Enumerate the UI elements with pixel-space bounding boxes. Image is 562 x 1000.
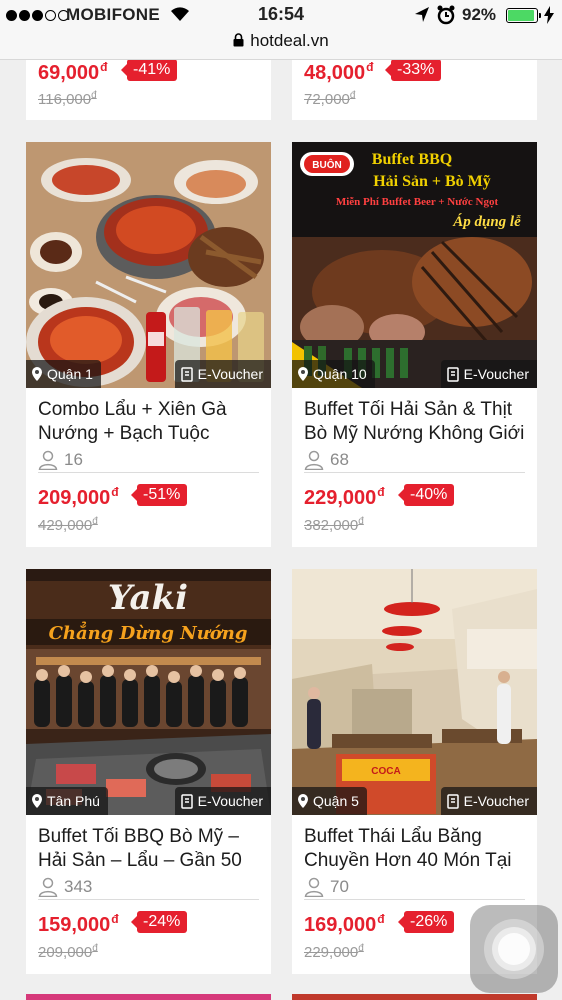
voucher-tag: E-Voucher — [174, 787, 271, 815]
address-bar[interactable]: hotdeal.vn — [0, 31, 562, 51]
divider — [38, 899, 259, 900]
discount-badge: -26% — [397, 911, 455, 933]
user-icon — [304, 877, 324, 897]
deal-card[interactable]: Quận 1 E-Voucher Combo Lẩu + Xiên Gà Nướn… — [26, 142, 271, 547]
discount-badge: -24% — [130, 911, 188, 933]
status-bar: MOBIFONE 16:54 92% — [0, 0, 562, 30]
yaki-restaurant-photo: Yaki Chẳng Dừng Nướng — [26, 569, 271, 815]
voucher-icon — [446, 793, 459, 809]
deal-title[interactable]: Buffet Tối Hải Sản & Thịt Bò Mỹ Nướng Khô… — [304, 398, 532, 446]
deal-card[interactable]: Yaki Chẳng Dừng Nướng Tân Phú E-Voucher … — [26, 569, 271, 974]
discount-badge: -33% — [384, 59, 442, 81]
browser-top-bar: MOBIFONE 16:54 92% hotdeal.vn — [0, 0, 562, 60]
original-price: 116,000đ — [38, 90, 97, 108]
voucher-icon — [180, 793, 193, 809]
banner-line2: Hải Sản + Bò Mỹ — [373, 173, 491, 190]
voucher-tag: E-Voucher — [440, 787, 537, 815]
yaki-sign: Yaki — [108, 578, 188, 618]
buyer-count: 343 — [38, 875, 92, 899]
deal-image[interactable]: COCA Quận 5 E-Voucher — [292, 569, 537, 815]
battery-icon — [506, 8, 541, 23]
charging-bolt-icon — [544, 6, 554, 24]
voucher-tag: E-Voucher — [174, 360, 271, 388]
location-arrow-icon — [415, 7, 429, 22]
deal-price: 209,000đ — [38, 485, 119, 509]
hotpot-combo-photo — [26, 142, 271, 388]
deal-price: 159,000đ — [38, 912, 119, 936]
discount-badge: -41% — [120, 59, 178, 81]
district-tag: Tân Phú — [26, 787, 108, 815]
yaki-slogan: Chẳng Dừng Nướng — [49, 619, 248, 644]
lock-icon — [233, 33, 244, 47]
deal-price: 229,000đ — [304, 485, 385, 509]
original-price: 72,000đ — [304, 90, 356, 108]
user-icon — [304, 450, 324, 470]
user-icon — [38, 877, 58, 897]
banner-line1: Buffet BBQ — [372, 151, 452, 168]
next-deal-card-edge[interactable] — [292, 994, 537, 1000]
deal-card[interactable]: BUÔN Buffet BBQ Hải Sản + Bò Mỹ Miễn Phí… — [292, 142, 537, 547]
original-price: 229,000đ — [304, 943, 364, 961]
banner-line3: Miễn Phí Buffet Beer + Nước Ngọt — [336, 196, 499, 208]
deal-price: 69,000đ — [38, 60, 108, 84]
next-deal-card-edge[interactable] — [26, 994, 271, 1000]
user-icon — [38, 450, 58, 470]
deal-image[interactable]: BUÔN Buffet BBQ Hải Sản + Bò Mỹ Miễn Phí… — [292, 142, 537, 388]
banner-logo: BUÔN — [312, 158, 341, 171]
deal-title[interactable]: Buffet Tối BBQ Bò Mỹ – Hải Sản – Lẩu – Gầ… — [38, 825, 266, 873]
alarm-icon — [437, 5, 455, 25]
coca-sign: COCA — [371, 766, 400, 777]
district-tag: Quận 1 — [26, 360, 101, 388]
discount-badge: -51% — [130, 484, 188, 506]
buyer-count: 68 — [304, 448, 349, 472]
battery-percent: 92% — [462, 5, 497, 24]
deal-price: 169,000đ — [304, 912, 385, 936]
deal-title[interactable]: Buffet Thái Lẩu Băng Chuyền Hơn 40 Món Tạ… — [304, 825, 532, 873]
deal-image[interactable]: Yaki Chẳng Dừng Nướng Tân Phú E-Voucher — [26, 569, 271, 815]
deal-price: 48,000đ — [304, 60, 374, 84]
divider — [304, 899, 525, 900]
district-tag: Quận 5 — [292, 787, 367, 815]
original-price: 382,000đ — [304, 516, 364, 534]
original-price: 429,000đ — [38, 516, 98, 534]
voucher-icon — [180, 366, 193, 382]
deal-title[interactable]: Combo Lẩu + Xiên Gà Nướng + Bạch Tuộc — [38, 398, 266, 446]
buyer-count: 70 — [304, 875, 349, 899]
banner-line4: Áp dụng lễ — [452, 213, 521, 230]
deal-image[interactable]: Quận 1 E-Voucher — [26, 142, 271, 388]
original-price: 209,000đ — [38, 943, 98, 961]
address-domain: hotdeal.vn — [250, 31, 329, 50]
restaurant-interior-photo: COCA — [292, 569, 537, 815]
bbq-banner-photo: BUÔN Buffet BBQ Hải Sản + Bò Mỹ Miễn Phí… — [292, 142, 537, 388]
divider — [38, 472, 259, 473]
buyer-count: 16 — [38, 448, 83, 472]
voucher-tag: E-Voucher — [440, 360, 537, 388]
map-pin-icon — [32, 367, 42, 381]
discount-badge: -40% — [397, 484, 455, 506]
map-pin-icon — [298, 367, 308, 381]
district-tag: Quận 10 — [292, 360, 375, 388]
map-pin-icon — [32, 794, 42, 808]
voucher-icon — [446, 366, 459, 382]
assistive-touch-button[interactable] — [470, 905, 558, 993]
map-pin-icon — [298, 794, 308, 808]
divider — [304, 472, 525, 473]
